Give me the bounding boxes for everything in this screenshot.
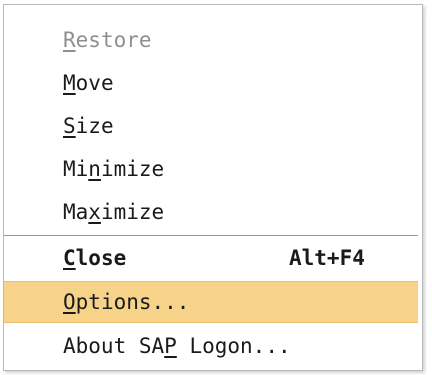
menu-item-minimize[interactable]: Minimize xyxy=(4,148,418,190)
menu-item-maximize-label: Maximize xyxy=(63,200,165,224)
menu-item-move-label: Move xyxy=(63,71,114,95)
menu-item-maximize[interactable]: Maximize xyxy=(4,191,418,233)
menu-item-close-shortcut: Alt+F4 xyxy=(289,246,365,270)
menu-item-about-sap-logon[interactable]: About SAP Logon... xyxy=(4,325,418,367)
menu-item-about-label: About SAP Logon... xyxy=(63,334,291,358)
menu-item-restore: Restore xyxy=(4,19,418,61)
menu-item-size-label: Size xyxy=(63,114,114,138)
system-context-menu: Restore Move Size Minimize Maximize Clos… xyxy=(3,4,423,371)
menu-item-options[interactable]: Options... xyxy=(4,281,418,323)
menu-item-close[interactable]: Close Alt+F4 xyxy=(4,237,418,279)
menu-item-restore-label: Restore xyxy=(63,28,152,52)
menu-item-size[interactable]: Size xyxy=(4,105,418,147)
menu-separator xyxy=(4,235,418,236)
menu-item-options-label: Options... xyxy=(63,290,190,314)
menu-item-move[interactable]: Move xyxy=(4,62,418,104)
menu-item-close-label: Close xyxy=(63,246,127,270)
menu-item-minimize-label: Minimize xyxy=(63,157,165,181)
